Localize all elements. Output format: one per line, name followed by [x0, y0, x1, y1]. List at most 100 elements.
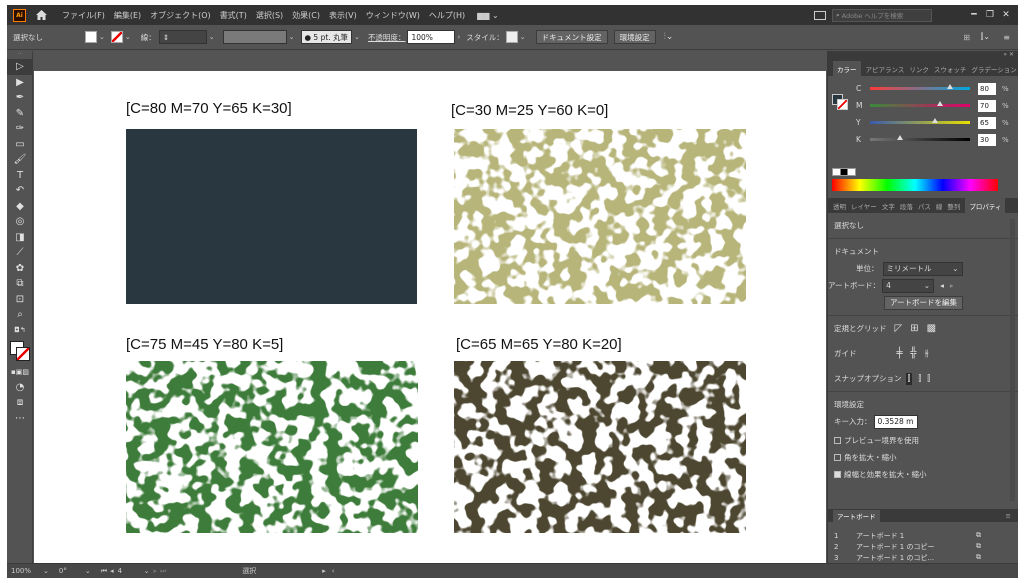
color-mode-icon[interactable]: ▪▣▨	[7, 364, 33, 380]
variable-width-profile[interactable]	[222, 30, 287, 44]
previous-artboard-icon[interactable]: ◂	[940, 281, 944, 290]
artboard-list-item[interactable]: 2 アートボード 1 のコピー ⧉	[828, 541, 1018, 552]
slider-thumb[interactable]	[947, 84, 953, 89]
tab-color[interactable]: カラー	[833, 61, 861, 76]
symbol-sprayer-tool-icon[interactable]: ✿	[7, 261, 33, 277]
fill-stroke-icon[interactable]	[7, 338, 33, 364]
brush-definition[interactable]: ● 5 pt. 丸筆	[300, 30, 353, 44]
slider-thumb[interactable]	[932, 118, 938, 123]
channel-slider-m[interactable]	[870, 101, 970, 107]
chevron-down-icon[interactable]: ⌄	[354, 33, 360, 41]
eraser-tool-icon[interactable]: ◆	[7, 199, 33, 215]
menu-file[interactable]: ファイル(F)	[62, 10, 105, 21]
tab-swatches[interactable]: スウォッチ	[934, 64, 967, 74]
tab-appearance[interactable]: アピアランス	[866, 64, 905, 74]
close-button[interactable]: ✕	[998, 10, 1014, 20]
menu-object[interactable]: オブジェクト(O)	[150, 10, 211, 21]
snap-to-grid-icon[interactable]: ⫿	[918, 374, 921, 384]
rectangle-tool-icon[interactable]: ▭	[7, 137, 33, 153]
snap-to-point-icon[interactable]: ⫿	[905, 372, 913, 385]
chevron-down-icon[interactable]: ⌄	[520, 33, 526, 41]
tab-artboards[interactable]: アートボード	[833, 510, 880, 522]
tab-links[interactable]: リンク	[909, 64, 929, 74]
ruler-icon[interactable]: ◸	[895, 323, 903, 334]
smart-guides-icon[interactable]: ⫳	[925, 348, 929, 359]
channel-value-input[interactable]: 65	[978, 116, 996, 129]
artboard-tool-icon[interactable]: ⊡	[7, 292, 33, 308]
rotate-tool-icon[interactable]: ↶	[7, 183, 33, 199]
last-artboard-icon[interactable]: ⏭	[160, 567, 166, 576]
first-artboard-icon[interactable]: ⏮	[101, 567, 107, 576]
transparency-grid-icon[interactable]: ▩	[927, 323, 936, 334]
swatch-3[interactable]	[126, 361, 418, 533]
opacity-field[interactable]: 100%	[407, 30, 456, 44]
panel-layout-icon[interactable]	[814, 10, 826, 20]
tab-transparency[interactable]: 透明	[833, 201, 846, 211]
chevron-down-icon[interactable]: ⌄	[125, 33, 131, 41]
next-artboard-icon[interactable]: ▸	[153, 567, 157, 575]
scroll-left-icon[interactable]: ‹	[332, 567, 335, 575]
tab-pathfinder[interactable]: パス	[918, 201, 931, 211]
slider-thumb[interactable]	[937, 101, 943, 106]
channel-value-input[interactable]: 30	[978, 133, 996, 146]
previous-artboard-icon[interactable]: ◂	[110, 567, 114, 575]
properties-scrollbar[interactable]	[1010, 219, 1015, 501]
screen-mode-icon[interactable]: ⧈	[7, 395, 33, 411]
artboard-select[interactable]: 4 ⌄	[882, 278, 935, 293]
eyedropper-tool-icon[interactable]: ⟋	[7, 245, 33, 261]
minimize-button[interactable]: ━	[966, 10, 982, 20]
show-guides-icon[interactable]: ╪	[897, 348, 903, 359]
none-swatch[interactable]	[832, 168, 856, 176]
maximize-button[interactable]: ❐	[982, 10, 998, 20]
curvature-tool-icon[interactable]: ✎	[7, 106, 33, 122]
chevron-down-icon[interactable]: ⌄	[144, 567, 150, 575]
panel-menu-icon[interactable]: ≡	[1006, 512, 1011, 520]
swatch-4[interactable]	[454, 361, 746, 533]
preview-bounds-checkbox[interactable]	[834, 437, 841, 444]
menu-edit[interactable]: 編集(E)	[114, 10, 141, 21]
warp-tool-icon[interactable]: ◎	[7, 214, 33, 230]
artboard-options-icon[interactable]: ⧉	[976, 531, 981, 540]
home-icon[interactable]	[34, 8, 48, 22]
more-tools-icon[interactable]: ⋯	[7, 411, 33, 427]
tab-align[interactable]: 整列	[947, 201, 960, 211]
menu-view[interactable]: 表示(V)	[329, 10, 357, 21]
units-select[interactable]: ミリメートル ⌄	[882, 261, 963, 276]
scale-corners-checkbox[interactable]	[834, 454, 841, 461]
edit-artboards-button[interactable]: アートボードを編集	[884, 295, 964, 310]
channel-value-input[interactable]: 80	[978, 82, 996, 95]
pen-tool-icon[interactable]: ✒	[7, 90, 33, 106]
channel-slider-c[interactable]	[870, 84, 970, 90]
panel-dock-header[interactable]: » ✕	[828, 51, 1018, 61]
artboard-list-item[interactable]: 3 アートボード 1 のコピ... ⧉	[828, 552, 1018, 563]
panel-menu-icon[interactable]: ≡	[1003, 33, 1010, 42]
workspace-switcher[interactable]: ▆▆ ⌄	[477, 11, 499, 20]
grid-icon[interactable]: ⊞	[910, 323, 918, 334]
checkbox-row-preview-bounds[interactable]: プレビュー境界を使用	[828, 432, 1018, 449]
stroke-none-swatch[interactable]	[110, 31, 123, 43]
selection-tool-icon[interactable]: ▷	[7, 59, 33, 75]
tab-layers[interactable]: レイヤー	[851, 201, 877, 211]
swatch-1[interactable]	[126, 129, 417, 304]
paintbrush-tool-icon[interactable]: 🖌	[7, 152, 33, 168]
swatch-2[interactable]	[454, 129, 746, 304]
menu-help[interactable]: ヘルプ(H)	[429, 10, 465, 21]
key-increment-input[interactable]: 0.3528 m	[873, 414, 918, 429]
stroke-weight-field[interactable]: ⇕	[158, 30, 207, 44]
artboard-options-icon[interactable]: ⧉	[976, 542, 981, 551]
artboard-options-icon[interactable]: ⧉	[976, 553, 981, 562]
grid-icon[interactable]: ⊞	[963, 33, 970, 42]
lock-guides-icon[interactable]: ╬	[911, 348, 917, 359]
current-artboard[interactable]: 4	[118, 567, 144, 575]
swap-fill-stroke-icon[interactable]: ◘↰	[7, 323, 33, 339]
direct-selection-tool-icon[interactable]: ▶	[7, 75, 33, 91]
checkbox-row-scale-strokes[interactable]: 線幅と効果を拡大・縮小	[828, 466, 1018, 483]
chevron-down-icon[interactable]: ⌄	[85, 567, 91, 575]
preferences-button[interactable]: 環境設定	[613, 30, 656, 44]
zoom-tool-icon[interactable]: ⌕	[7, 307, 33, 323]
slider-thumb[interactable]	[897, 135, 903, 140]
rotation-value[interactable]: 0°	[59, 567, 85, 575]
help-search-input[interactable]: ⌕ Adobe ヘルプを検索	[832, 8, 932, 22]
drawing-mode-icon[interactable]: ◔	[7, 380, 33, 396]
anchor-point-tool-icon[interactable]: ✑	[7, 121, 33, 137]
